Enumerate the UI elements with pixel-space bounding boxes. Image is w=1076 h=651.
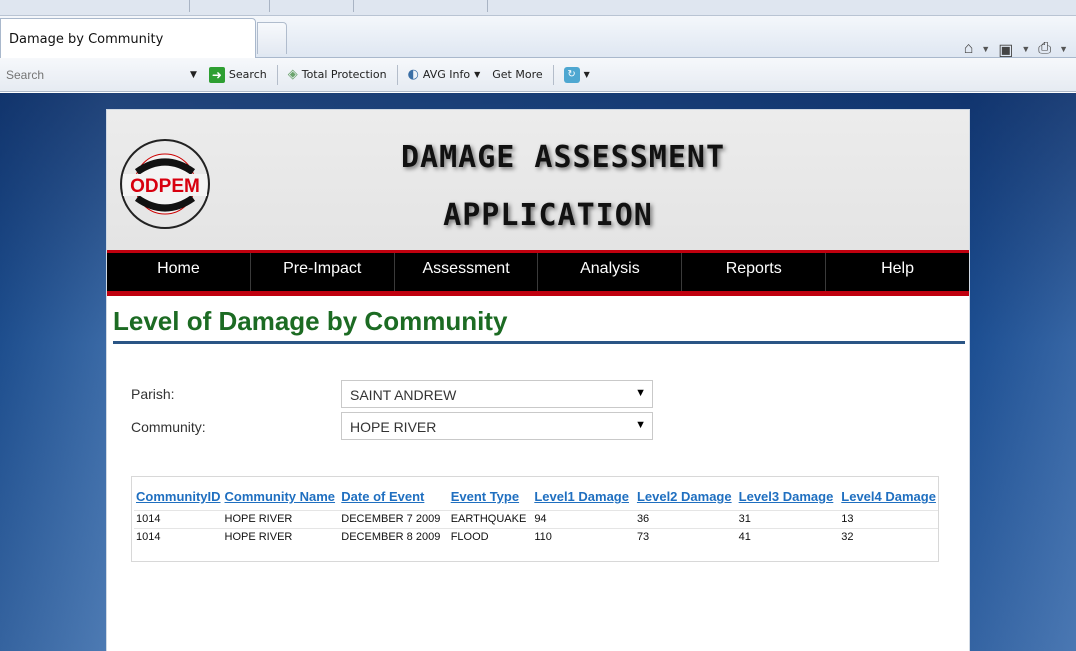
toolbar-get-more[interactable]: Get More [486,64,548,86]
arrow-right-icon: ➜ [208,66,225,83]
browser-command-icons: ⌂ ▼ ▣ ▼ ⎙ ▼ [964,40,1068,60]
table-cell: 1014 [134,528,223,546]
print-icon[interactable]: ⎙ [1038,40,1051,60]
menu-item-pre-impact[interactable]: Pre-Impact [251,253,395,291]
parish-label: Parish: [131,386,175,402]
table-cell: 94 [532,510,635,529]
feed-icon[interactable]: ▣ [998,40,1013,60]
table-cell: 41 [736,528,840,546]
logo-text: ODPEM [130,176,200,197]
app-page: ODPEM DAMAGE ASSESSMENT APPLICATION Home… [106,109,970,651]
menu-item-help[interactable]: Help [826,253,969,291]
menu-item-reports[interactable]: Reports [682,253,827,291]
top-strip-segment [354,0,488,12]
chevron-down-icon: ▼ [635,419,646,431]
table-cell: FLOOD [448,528,533,546]
toolbar-item-label: Get More [492,68,543,81]
page-title: Level of Damage by Community [113,306,965,344]
table-cell: 73 [634,528,737,546]
toolbar-item-label: Total Protection [301,68,387,81]
column-header-community-id[interactable]: CommunityID [134,487,223,511]
app-title-line2: APPLICATION [443,198,653,233]
new-tab-button[interactable] [257,22,287,54]
menu-item-analysis[interactable]: Analysis [538,253,683,291]
browser-top-strip [0,0,1076,16]
top-strip-segment [0,0,190,12]
menu-item-home[interactable]: Home [107,253,251,291]
column-header-level4-damage[interactable]: Level4 Damage [839,487,938,511]
toolbar-total-protection[interactable]: ◈ Total Protection [282,64,393,86]
column-header-event-type[interactable]: Event Type [449,487,533,511]
community-select-value: HOPE RIVER [350,419,437,435]
toolbar-search-button[interactable]: ➜ Search [203,64,273,86]
damage-table: CommunityID Community Name Date of Event… [134,487,938,546]
table-cell: 31 [736,510,840,529]
avg-icon: ◐ [407,67,419,82]
chevron-down-icon: ▼ [583,70,590,79]
table-row: 1014 HOPE RIVER DECEMBER 8 2009 FLOOD 11… [134,528,938,546]
shield-icon: ◈ [287,67,298,82]
tab-title: Damage by Community [9,32,164,47]
table-cell: 32 [839,528,938,546]
toolbar-extra-button[interactable]: ↻ ▼ [558,64,596,86]
table-cell: DECEMBER 7 2009 [339,510,449,529]
column-header-level2-damage[interactable]: Level2 Damage [635,487,737,511]
toolbar-separator [552,64,554,85]
toolbar-search-label: Search [228,68,267,81]
toolbar-search-input[interactable] [0,63,202,86]
parish-select[interactable]: SAINT ANDREW ▼ [341,380,653,408]
table-cell: HOPE RIVER [222,528,340,546]
chevron-down-icon: ▼ [474,70,481,79]
table-cell: EARTHQUAKE [448,510,533,529]
column-header-date-of-event[interactable]: Date of Event [339,487,448,511]
table-cell: 13 [839,510,938,529]
table-cell: DECEMBER 8 2009 [339,528,449,546]
top-strip-segment [270,0,354,12]
chevron-down-icon: ▼ [635,387,646,399]
home-icon[interactable]: ⌂ [964,40,974,60]
app-title-line1: DAMAGE ASSESSMENT [400,140,726,175]
community-label: Community: [131,419,206,435]
toolbar-separator [276,64,278,85]
community-select[interactable]: HOPE RIVER ▼ [341,412,653,440]
browser-tab-bar: Damage by Community ⌂ ▼ ▣ ▼ ⎙ ▼ [0,16,1076,60]
damage-table-panel: CommunityID Community Name Date of Event… [131,476,939,562]
table-header-row: CommunityID Community Name Date of Event… [134,487,938,511]
top-strip-segment [190,0,270,12]
browser-tab-active[interactable]: Damage by Community [0,18,256,58]
toolbar-separator [396,64,398,85]
column-header-level1-damage[interactable]: Level1 Damage [532,487,635,511]
table-cell: 36 [634,510,737,529]
table-row: 1014 HOPE RIVER DECEMBER 7 2009 EARTHQUA… [134,510,938,529]
main-menu: Home Pre-Impact Assessment Analysis Repo… [107,250,969,296]
browser-viewport: ODPEM DAMAGE ASSESSMENT APPLICATION Home… [0,93,1076,651]
refresh-icon: ↻ [563,66,580,83]
toolbar-avg-info[interactable]: ◐ AVG Info ▼ [402,64,487,86]
table-cell: 1014 [134,510,223,529]
column-header-level3-damage[interactable]: Level3 Damage [737,487,840,511]
table-cell: 110 [532,528,635,546]
toolbar-item-label: AVG Info [422,68,471,81]
menu-item-assessment[interactable]: Assessment [395,253,539,291]
table-cell: HOPE RIVER [222,510,340,529]
app-header: ODPEM DAMAGE ASSESSMENT APPLICATION [107,110,969,250]
column-header-community-name[interactable]: Community Name [223,487,340,511]
parish-select-value: SAINT ANDREW [350,387,457,403]
avg-toolbar: ▼ ➜ Search ◈ Total Protection ◐ AVG Info… [0,58,1076,92]
